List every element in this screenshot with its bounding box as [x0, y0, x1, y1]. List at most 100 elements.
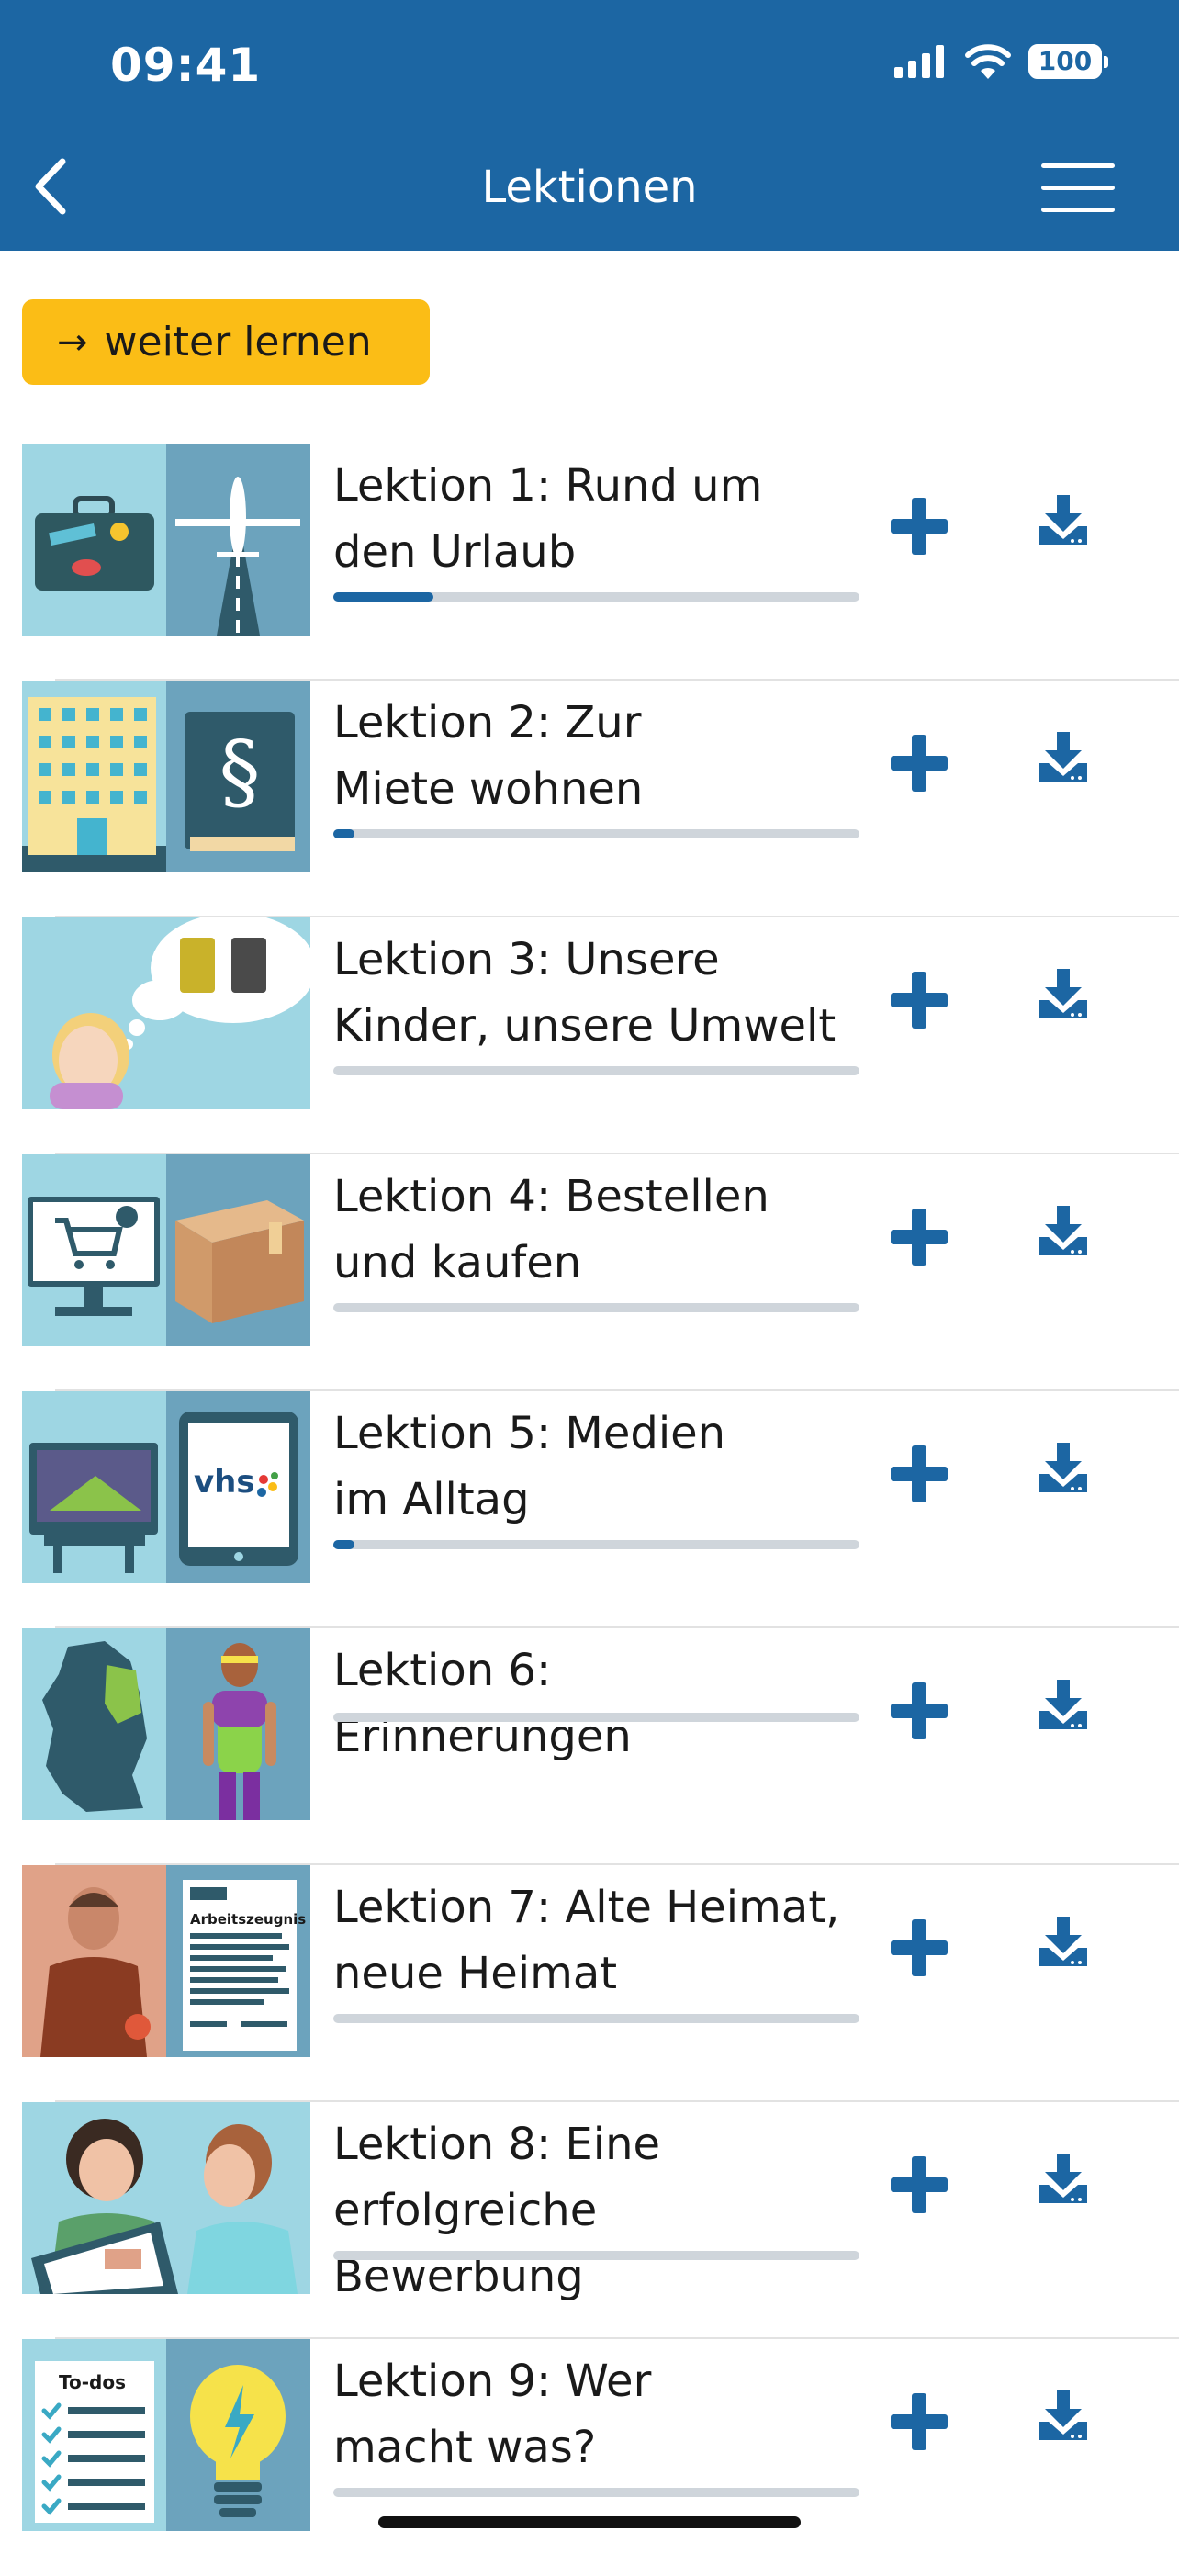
download-button[interactable]	[1034, 965, 1093, 1024]
germany-map-icon	[42, 1641, 147, 1812]
lesson-title: Lektion 3: Unsere Kinder, unsere Umwelt	[333, 927, 848, 1059]
aerobics-woman-icon	[203, 1643, 276, 1820]
lesson-item-6[interactable]: Lektion 6: Erinnerungen	[0, 1628, 1179, 1865]
plus-icon	[891, 1919, 948, 1976]
progress-fill	[333, 592, 433, 602]
lesson-thumbnail: vhs	[22, 1391, 310, 1583]
download-icon	[1039, 2154, 1087, 2203]
progress-bar	[333, 2014, 859, 2023]
download-button[interactable]	[1034, 1439, 1093, 1498]
man-portrait-icon	[40, 1887, 151, 2057]
apartment-building-icon	[22, 697, 166, 872]
progress-bar	[333, 829, 859, 838]
progress-fill	[333, 1540, 354, 1549]
plus-icon	[891, 972, 948, 1029]
lesson-title-line: Lektion 8: Eine	[333, 2119, 661, 2170]
status-time: 09:41	[110, 39, 262, 92]
home-indicator	[378, 2516, 801, 2528]
page-title: Lektionen	[481, 162, 698, 213]
download-button[interactable]	[1034, 2387, 1093, 2446]
lesson-thumbnail: Arbeitszeugnis	[22, 1865, 310, 2057]
lightbulb-icon	[190, 2365, 286, 2517]
plus-icon	[891, 735, 948, 792]
download-button[interactable]	[1034, 1202, 1093, 1261]
lesson-title: Lektion 5: Medien im Alltag	[333, 1400, 848, 1533]
add-button[interactable]	[887, 731, 951, 795]
lesson-item-3[interactable]: Lektion 3: Unsere Kinder, unsere Umwelt	[0, 917, 1179, 1154]
certificate-title-text: Arbeitszeugnis	[190, 1911, 306, 1928]
download-button[interactable]	[1034, 491, 1093, 550]
add-button[interactable]	[887, 1442, 951, 1506]
todo-list-icon: To-dos	[35, 2361, 154, 2523]
app-header: 09:41 100 Lektionen	[0, 0, 1179, 251]
hamburger-icon-bar	[1041, 163, 1115, 168]
lesson-item-5[interactable]: vhs Lektion 5: Medien im Alltag	[0, 1391, 1179, 1628]
lesson-item-7[interactable]: Arbeitszeugnis Lektion 7: Alte Heimat, n…	[0, 1865, 1179, 2102]
add-button[interactable]	[887, 1916, 951, 1980]
add-button[interactable]	[887, 494, 951, 558]
lesson-title-line: macht was?	[333, 2422, 597, 2473]
hamburger-icon-bar	[1041, 208, 1115, 212]
download-button[interactable]	[1034, 1913, 1093, 1972]
lesson-title-line: neue Heimat	[333, 1948, 618, 1999]
download-icon	[1039, 732, 1087, 782]
download-button[interactable]	[1034, 728, 1093, 787]
add-button[interactable]	[887, 1205, 951, 1269]
lesson-title: Lektion 1: Rund um den Urlaub	[333, 453, 848, 585]
lesson-item-9[interactable]: To-dos Lektion 9: Wer macht was?	[0, 2339, 1179, 2576]
download-icon	[1039, 2390, 1087, 2440]
battery-icon: 100	[1028, 44, 1108, 79]
progress-bar	[333, 592, 859, 602]
download-button[interactable]	[1034, 1676, 1093, 1735]
lesson-item-1[interactable]: Lektion 1: Rund um den Urlaub	[0, 444, 1179, 681]
menu-button[interactable]	[1041, 163, 1115, 219]
plus-icon	[891, 2393, 948, 2450]
signal-icon	[894, 45, 944, 78]
wifi-icon	[965, 44, 1011, 79]
job-interview-illustration	[22, 2102, 310, 2294]
lesson-title: Lektion 4: Bestellen und kaufen	[333, 1164, 848, 1296]
lesson-title-line: Lektion 6: Erinnerungen	[333, 1645, 632, 1762]
add-button[interactable]	[887, 1679, 951, 1743]
add-button[interactable]	[887, 2153, 951, 2217]
lesson-title-line: Lektion 7: Alte Heimat,	[333, 1882, 840, 1933]
lesson-title-line: Lektion 3: Unsere	[333, 934, 720, 985]
lesson-title-line: Lektion 5: Medien	[333, 1408, 726, 1459]
lesson-item-8[interactable]: Lektion 8: Eine erfolgreiche Bewerbung	[0, 2102, 1179, 2339]
plus-icon	[891, 1682, 948, 1739]
status-icons: 100	[894, 44, 1108, 79]
lesson-title-line: Lektion 4: Bestellen	[333, 1171, 769, 1222]
lesson-title-line: Kinder, unsere Umwelt	[333, 1000, 837, 1052]
progress-bar	[333, 2488, 859, 2497]
add-button[interactable]	[887, 2390, 951, 2454]
lesson-item-2[interactable]: § Lektion 2: Zur Miete wohnen	[0, 681, 1179, 917]
download-button[interactable]	[1034, 2150, 1093, 2209]
lesson-title-line: den Urlaub	[333, 526, 577, 578]
download-icon	[1039, 1680, 1087, 1729]
todo-title-text: To-dos	[59, 2371, 126, 2393]
suitcase-icon	[35, 496, 154, 591]
svg-text:§: §	[219, 724, 261, 820]
continue-learning-button[interactable]: → weiter lernen	[22, 299, 430, 385]
lesson-item-4[interactable]: Lektion 4: Bestellen und kaufen	[0, 1154, 1179, 1391]
lesson-title-line: und kaufen	[333, 1237, 582, 1288]
progress-bar	[333, 1713, 859, 1722]
continue-learning-label: weiter lernen	[104, 319, 372, 366]
progress-bar	[333, 1066, 859, 1075]
vhs-logo-text: vhs	[194, 1464, 255, 1501]
download-icon	[1039, 969, 1087, 1018]
lesson-title-line: Lektion 2: Zur	[333, 697, 642, 748]
lesson-thumbnail	[22, 2102, 310, 2294]
lesson-title: Lektion 9: Wer macht was?	[333, 2348, 848, 2480]
lesson-thumbnail	[22, 444, 310, 636]
tv-icon	[29, 1443, 158, 1573]
add-button[interactable]	[887, 968, 951, 1032]
lesson-title-line: erfolgreiche Bewerbung	[333, 2185, 598, 2302]
lesson-thumbnail: To-dos	[22, 2339, 310, 2531]
progress-bar	[333, 1540, 859, 1549]
thinking-girl-illustration	[22, 917, 310, 1109]
tablet-icon: vhs	[179, 1412, 298, 1566]
plus-icon	[891, 498, 948, 555]
lesson-title-line: Lektion 9: Wer	[333, 2356, 652, 2407]
progress-bar	[333, 2251, 859, 2260]
